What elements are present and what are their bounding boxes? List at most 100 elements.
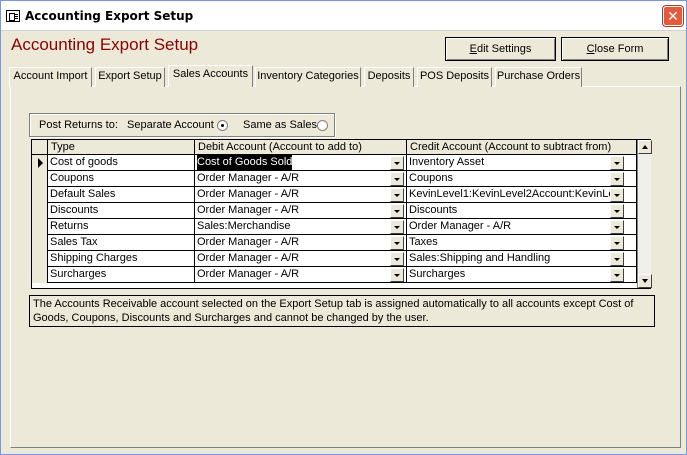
credit-account-combo[interactable]: Coupons	[407, 171, 637, 187]
tab-inventory-categories[interactable]: Inventory Categories	[255, 67, 361, 87]
credit-account-value: Sales:Shipping and Handling	[409, 252, 551, 264]
debit-account-combo[interactable]: Order Manager - A/R	[195, 267, 407, 283]
chevron-down-icon[interactable]	[390, 204, 404, 218]
table-row[interactable]: Default Sales Order Manager - A/R KevinL…	[32, 187, 637, 203]
debit-account-value: Order Manager - A/R	[197, 236, 300, 248]
chevron-down-icon[interactable]	[610, 156, 624, 170]
debit-account-value: Order Manager - A/R	[197, 252, 300, 264]
type-cell: Discounts	[48, 203, 195, 219]
same-as-sales-label: Same as Sales	[243, 119, 317, 131]
debit-account-combo[interactable]: Order Manager - A/R	[195, 171, 407, 187]
chevron-down-icon[interactable]	[390, 236, 404, 250]
column-header-debit: Debit Account (Account to add to)	[195, 140, 407, 155]
sales-accounts-grid: Type Debit Account (Account to add to) C…	[31, 139, 652, 289]
close-form-label: lose Form	[594, 43, 644, 55]
record-selector[interactable]	[32, 187, 48, 203]
chevron-down-icon[interactable]	[610, 252, 624, 266]
chevron-down-icon[interactable]	[390, 252, 404, 266]
record-pointer-icon	[38, 158, 43, 168]
chevron-down-icon[interactable]	[390, 188, 404, 202]
table-row[interactable]: Surcharges Order Manager - A/R Surcharge…	[32, 267, 637, 283]
table-row[interactable]: Cost of goods Cost of Goods Sold Invento…	[32, 155, 637, 171]
debit-account-combo[interactable]: Sales:Merchandise	[195, 219, 407, 235]
chevron-down-icon[interactable]	[610, 188, 624, 202]
post-returns-group: Post Returns to: Separate Account Same a…	[29, 113, 335, 137]
post-returns-label: Post Returns to:	[39, 119, 118, 131]
debit-account-value: Order Manager - A/R	[197, 188, 300, 200]
chevron-down-icon[interactable]	[390, 172, 404, 186]
chevron-down-icon[interactable]	[610, 220, 624, 234]
credit-account-combo[interactable]: Sales:Shipping and Handling	[407, 251, 637, 267]
tab-deposits[interactable]: Deposits	[364, 67, 414, 87]
table-row[interactable]: Coupons Order Manager - A/R Coupons	[32, 171, 637, 187]
credit-account-value: Coupons	[409, 172, 454, 184]
debit-account-value: Sales:Merchandise	[197, 220, 291, 232]
type-cell: Returns	[48, 219, 195, 235]
type-cell: Cost of goods	[48, 155, 195, 171]
debit-account-combo[interactable]: Order Manager - A/R	[195, 187, 407, 203]
chevron-down-icon[interactable]	[390, 156, 404, 170]
chevron-down-icon[interactable]	[390, 220, 404, 234]
edit-settings-label: dit Settings	[476, 43, 532, 55]
scroll-up-icon[interactable]	[638, 140, 652, 154]
chevron-down-icon[interactable]	[610, 236, 624, 250]
title-bar: Accounting Export Setup ✕	[1, 1, 686, 31]
debit-account-combo[interactable]: Order Manager - A/R	[195, 235, 407, 251]
record-selector[interactable]	[32, 155, 48, 171]
credit-account-value: Taxes	[409, 236, 438, 248]
credit-account-combo[interactable]: Inventory Asset	[407, 155, 637, 171]
chevron-down-icon[interactable]	[610, 204, 624, 218]
credit-account-combo[interactable]: Discounts	[407, 203, 637, 219]
chevron-down-icon[interactable]	[390, 268, 404, 282]
record-selector[interactable]	[32, 203, 48, 219]
same-as-sales-radio[interactable]	[317, 120, 328, 131]
credit-account-value: Order Manager - A/R	[409, 220, 512, 232]
debit-account-value: Order Manager - A/R	[197, 204, 300, 216]
accounts-receivable-note: The Accounts Receivable account selected…	[29, 295, 655, 327]
chevron-down-icon[interactable]	[610, 268, 624, 282]
table-row[interactable]: Returns Sales:Merchandise Order Manager …	[32, 219, 637, 235]
debit-account-combo[interactable]: Cost of Goods Sold	[195, 155, 407, 171]
type-cell: Sales Tax	[48, 235, 195, 251]
window-title: Accounting Export Setup	[25, 9, 194, 23]
credit-account-combo[interactable]: Surcharges	[407, 267, 637, 283]
tab-pos-deposits[interactable]: POS Deposits	[417, 67, 492, 87]
tab-account-import[interactable]: Account Import	[9, 67, 92, 87]
table-row[interactable]: Discounts Order Manager - A/R Discounts	[32, 203, 637, 219]
column-header-type: Type	[48, 140, 195, 155]
separate-account-label: Separate Account	[127, 119, 214, 131]
debit-account-combo[interactable]: Order Manager - A/R	[195, 203, 407, 219]
edit-settings-accelerator: E	[469, 43, 477, 55]
record-selector[interactable]	[32, 219, 48, 235]
credit-account-value: KevinLevel1:KevinLevel2Account:KevinLe	[409, 188, 615, 200]
record-selector[interactable]	[32, 235, 48, 251]
chevron-down-icon[interactable]	[610, 172, 624, 186]
table-row[interactable]: Shipping Charges Order Manager - A/R Sal…	[32, 251, 637, 267]
scroll-down-icon[interactable]	[638, 274, 652, 288]
type-cell: Coupons	[48, 171, 195, 187]
close-icon[interactable]: ✕	[663, 6, 683, 26]
tab-sales-accounts[interactable]: Sales Accounts	[168, 65, 253, 87]
type-cell: Shipping Charges	[48, 251, 195, 267]
close-form-button[interactable]: Close Form	[561, 37, 669, 61]
credit-account-combo[interactable]: KevinLevel1:KevinLevel2Account:KevinLe	[407, 187, 637, 203]
type-cell: Surcharges	[48, 267, 195, 283]
debit-account-combo[interactable]: Order Manager - A/R	[195, 251, 407, 267]
column-header-credit: Credit Account (Account to subtract from…	[407, 140, 637, 155]
tab-export-setup[interactable]: Export Setup	[95, 67, 165, 87]
table-row[interactable]: Sales Tax Order Manager - A/R Taxes	[32, 235, 637, 251]
form-icon	[6, 10, 20, 22]
edit-settings-button[interactable]: Edit Settings	[445, 37, 556, 61]
record-selector[interactable]	[32, 267, 48, 283]
record-selector[interactable]	[32, 251, 48, 267]
separate-account-radio[interactable]	[217, 120, 228, 131]
credit-account-combo[interactable]: Taxes	[407, 235, 637, 251]
close-form-accelerator: C	[586, 43, 595, 55]
grid-vertical-scrollbar[interactable]	[637, 140, 652, 288]
tab-purchase-orders[interactable]: Purchase Orders	[495, 67, 582, 87]
record-selector[interactable]	[32, 171, 48, 187]
debit-account-value: Order Manager - A/R	[197, 172, 300, 184]
form-title: Accounting Export Setup	[11, 35, 199, 54]
type-cell: Default Sales	[48, 187, 195, 203]
credit-account-combo[interactable]: Order Manager - A/R	[407, 219, 637, 235]
